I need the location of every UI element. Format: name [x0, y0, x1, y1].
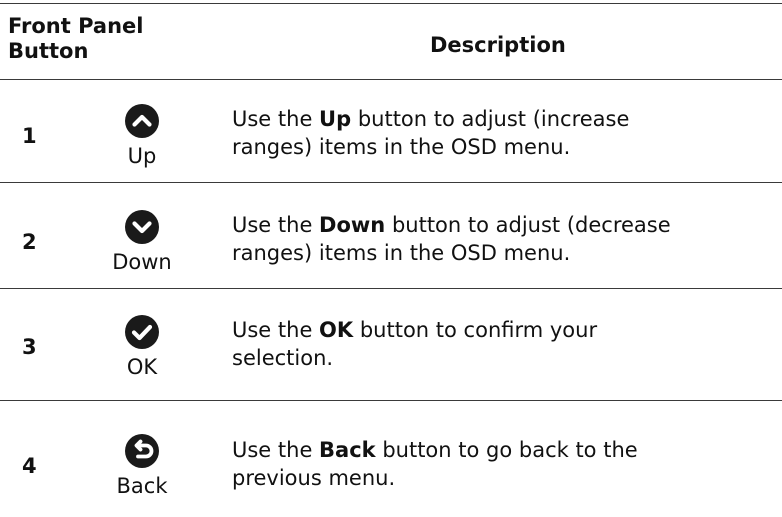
- down-button: Down: [100, 210, 184, 275]
- desc-text: Use the: [232, 438, 320, 462]
- row-number: 1: [22, 124, 37, 148]
- button-label: Down: [112, 250, 172, 274]
- row-description: Use the Down button to adjust (decrease …: [232, 211, 772, 267]
- table-top-rule: [0, 3, 782, 4]
- desc-text: button to go back to the: [375, 438, 638, 462]
- desc-bold: Down: [319, 213, 386, 237]
- button-label: Up: [127, 144, 157, 168]
- desc-text: button to adjust (increase: [351, 107, 630, 131]
- table-row: 3 OK Use the OK button to confirm your s…: [0, 288, 782, 400]
- table-row: 4 Back Use the Back button to go back to…: [0, 400, 782, 517]
- header-front-panel-button: Front Panel Button: [8, 14, 143, 64]
- desc-text: previous menu.: [232, 466, 396, 490]
- header-col1-line2: Button: [8, 39, 89, 63]
- table-row: 1 Up Use the Up button to adjust (increa…: [0, 79, 782, 182]
- up-button: Up: [100, 104, 184, 169]
- button-label: Back: [116, 474, 168, 498]
- desc-text: selection.: [232, 346, 334, 370]
- row-number: 3: [22, 335, 37, 359]
- row-number: 2: [22, 230, 37, 254]
- back-arrow-circle-icon: [125, 434, 159, 468]
- desc-bold: Up: [319, 107, 352, 131]
- chevron-up-circle-icon: [125, 104, 159, 138]
- row-description: Use the Back button to go back to the pr…: [232, 436, 772, 492]
- desc-text: Use the: [232, 318, 320, 342]
- desc-text: button to adjust (decrease: [385, 213, 671, 237]
- row-description: Use the Up button to adjust (increase ra…: [232, 105, 772, 161]
- table-row: 2 Down Use the Down button to adjust (de…: [0, 182, 782, 288]
- desc-text: Use the: [232, 213, 320, 237]
- row-description: Use the OK button to confirm your select…: [232, 316, 772, 372]
- back-button: Back: [100, 434, 184, 499]
- desc-text: Use the: [232, 107, 320, 131]
- desc-text: ranges) items in the OSD menu.: [232, 241, 571, 265]
- header-col1-line1: Front Panel: [8, 14, 144, 38]
- desc-bold: OK: [319, 318, 354, 342]
- chevron-down-circle-icon: [125, 210, 159, 244]
- header-description: Description: [430, 33, 566, 57]
- front-panel-button-table: Front Panel Button Description 1 Up Use …: [0, 0, 782, 517]
- button-label: OK: [126, 355, 158, 379]
- ok-button: OK: [100, 315, 184, 380]
- desc-text: ranges) items in the OSD menu.: [232, 135, 571, 159]
- row-number: 4: [22, 454, 37, 478]
- desc-bold: Back: [319, 438, 376, 462]
- desc-text: button to confirm your: [353, 318, 598, 342]
- check-circle-icon: [125, 315, 159, 349]
